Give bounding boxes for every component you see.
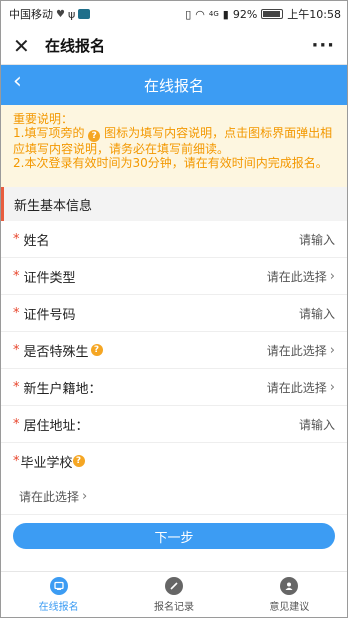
section-header: 新生基本信息: [1, 187, 347, 221]
tab-register[interactable]: 在线报名: [1, 572, 116, 617]
notice-title: 重要说明：: [13, 112, 74, 126]
tab-feedback-label: 意见建议: [269, 601, 310, 613]
battery-icon: [261, 9, 284, 19]
carrier-name: 中国移动: [9, 8, 53, 21]
usb-icon: ψ: [67, 7, 76, 21]
notice-box: 重要说明： 1.填写项旁的 ? 图标为填写内容说明，点击图标界面弹出相应填写内容…: [1, 105, 347, 187]
page-header: ‹ 在线报名: [1, 65, 347, 105]
clock: 上午10:58: [287, 8, 341, 21]
heart-icon: ♥: [56, 8, 65, 20]
record-icon: [164, 576, 183, 595]
household-select[interactable]: 请在此选择 ›: [267, 379, 335, 396]
id-type-label: 证件类型: [23, 270, 76, 286]
id-number-label: 证件号码: [23, 307, 76, 323]
app-notification-icon: [78, 9, 91, 19]
special-student-select[interactable]: 请在此选择 ›: [267, 342, 335, 359]
battery-percent: 92%: [232, 7, 258, 21]
school-label: 毕业学校: [20, 455, 73, 471]
page-title: 在线报名: [143, 76, 204, 95]
name-input[interactable]: 请输入: [299, 231, 335, 248]
tab-feedback[interactable]: 意见建议: [232, 572, 347, 617]
address-label: 居住地址：: [23, 418, 89, 434]
required-mark: *: [13, 268, 20, 284]
id-type-placeholder: 请在此选择: [266, 269, 327, 284]
address-row[interactable]: * 居住地址： 请输入: [1, 406, 347, 443]
signal-icon: ▮: [222, 7, 229, 21]
household-placeholder: 请在此选择: [266, 380, 327, 395]
special-student-row[interactable]: * 是否特殊生? 请在此选择 ›: [1, 332, 347, 369]
chevron-right-icon: ›: [329, 342, 335, 358]
id-number-placeholder: 请输入: [298, 306, 335, 321]
address-input[interactable]: 请输入: [299, 416, 335, 433]
app-bar: ✕ 在线报名 ···: [1, 27, 347, 65]
id-number-row[interactable]: * 证件号码 请输入: [1, 295, 347, 332]
chevron-right-icon: ›: [329, 379, 335, 395]
required-mark: *: [13, 305, 20, 321]
chevron-right-icon: ›: [82, 489, 88, 504]
school-placeholder: 请在此选择: [19, 490, 80, 504]
required-mark: *: [13, 342, 20, 358]
chevron-right-icon: ›: [329, 268, 335, 284]
required-mark: *: [13, 379, 20, 395]
household-label: 新生户籍地：: [23, 381, 102, 397]
id-number-input[interactable]: 请输入: [299, 305, 335, 322]
notice-line-1-start: 1.填写项旁的: [13, 126, 85, 140]
required-mark: *: [13, 231, 20, 247]
special-student-label-wrap: 是否特殊生?: [24, 341, 103, 360]
app-title: 在线报名: [45, 37, 106, 55]
special-student-placeholder: 请在此选择: [266, 343, 327, 358]
close-icon[interactable]: ✕: [13, 36, 35, 56]
name-row[interactable]: * 姓名 请输入: [1, 221, 347, 258]
required-mark: *: [13, 453, 20, 469]
tab-bar: 在线报名 报名记录 意见建议: [1, 571, 347, 617]
address-placeholder: 请输入: [298, 417, 335, 432]
back-chevron-icon[interactable]: ‹: [13, 71, 22, 93]
next-button[interactable]: 下一步: [13, 523, 335, 549]
vibrate-icon: ▯: [185, 7, 192, 21]
wifi-icon: ◠: [195, 7, 205, 21]
register-icon: [49, 576, 68, 595]
name-placeholder: 请输入: [298, 232, 335, 247]
tab-records-label: 报名记录: [153, 601, 194, 613]
help-icon[interactable]: ?: [90, 344, 103, 356]
school-select[interactable]: 请在此选择 ›: [1, 479, 347, 515]
help-icon: ?: [88, 130, 101, 142]
required-mark: *: [13, 416, 20, 432]
help-icon[interactable]: ?: [72, 455, 85, 467]
special-student-label: 是否特殊生: [23, 344, 89, 360]
more-icon[interactable]: ···: [311, 35, 335, 56]
next-button-wrap: 下一步: [1, 515, 347, 549]
school-label-row: * 毕业学校 ?: [1, 443, 347, 479]
tab-register-label: 在线报名: [38, 601, 79, 613]
network-type: 4G: [208, 10, 219, 18]
feedback-icon: [280, 576, 299, 595]
id-type-select[interactable]: 请在此选择 ›: [267, 268, 335, 285]
name-label: 姓名: [23, 233, 50, 249]
id-type-row[interactable]: * 证件类型 请在此选择 ›: [1, 258, 347, 295]
notice-line-1: 1.填写项旁的 ? 图标为填写内容说明，点击图标界面弹出相应填写内容说明，请务必…: [13, 126, 335, 156]
notice-line-2: 2.本次登录有效时间为30分钟，请在有效时间内完成报名。: [13, 156, 328, 170]
household-row[interactable]: * 新生户籍地： 请在此选择 ›: [1, 369, 347, 406]
status-bar: 中国移动 ♥ ψ ▯ ◠ 4G ▮ 92% 上午10:58: [1, 1, 347, 27]
tab-records[interactable]: 报名记录: [116, 572, 231, 617]
